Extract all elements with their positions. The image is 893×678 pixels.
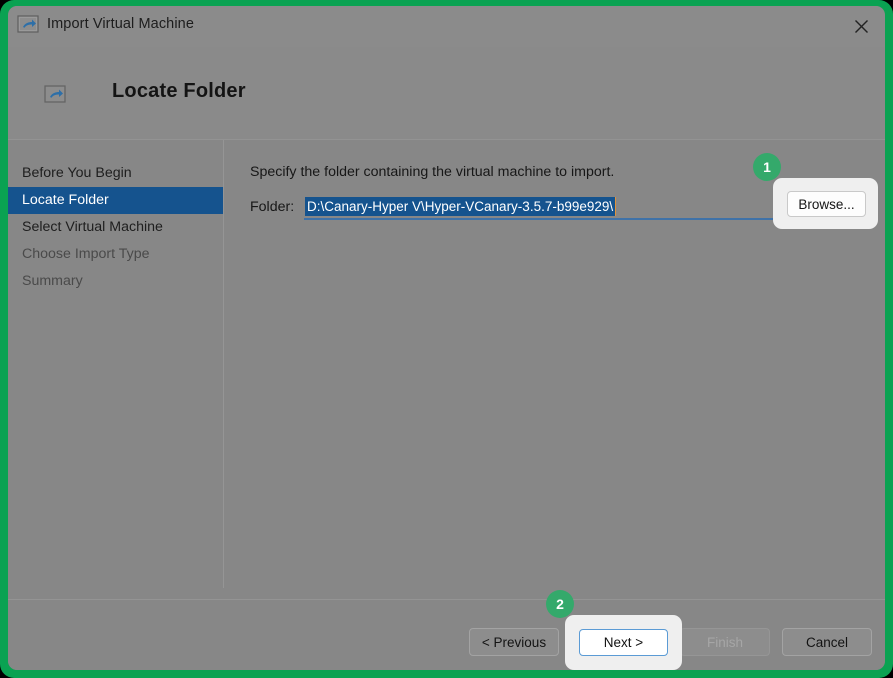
sidebar-item-before-you-begin[interactable]: Before You Begin bbox=[8, 160, 223, 187]
page-header: Locate Folder bbox=[8, 47, 885, 140]
screenshot-highlight-frame: Import Virtual Machine Locate Folder Bef… bbox=[0, 0, 893, 678]
page-title: Locate Folder bbox=[112, 80, 246, 102]
instruction-text: Specify the folder containing the virtua… bbox=[250, 164, 615, 180]
sidebar-item-select-virtual-machine[interactable]: Select Virtual Machine bbox=[8, 214, 223, 241]
wizard-footer: < Previous Next > Finish Cancel bbox=[8, 599, 885, 670]
sidebar-item-locate-folder[interactable]: Locate Folder bbox=[8, 187, 223, 214]
wizard-steps-sidebar: Before You Begin Locate Folder Select Vi… bbox=[8, 140, 223, 599]
wizard-body: Before You Begin Locate Folder Select Vi… bbox=[8, 140, 885, 599]
step-badge-1: 1 bbox=[753, 153, 781, 181]
previous-button[interactable]: < Previous bbox=[469, 628, 559, 656]
browse-button[interactable]: Browse... bbox=[787, 191, 866, 217]
folder-input-value[interactable]: D:\Canary-Hyper V\Hyper-VCanary-3.5.7-b9… bbox=[305, 197, 617, 216]
cancel-button[interactable]: Cancel bbox=[782, 628, 872, 656]
close-icon[interactable] bbox=[838, 6, 885, 47]
import-virtual-machine-window: Import Virtual Machine Locate Folder Bef… bbox=[8, 6, 885, 670]
folder-input[interactable]: D:\Canary-Hyper V\Hyper-VCanary-3.5.7-b9… bbox=[304, 196, 783, 220]
import-vm-icon bbox=[17, 15, 39, 35]
window-title: Import Virtual Machine bbox=[47, 16, 194, 32]
finish-button: Finish bbox=[680, 628, 770, 656]
sidebar-item-choose-import-type[interactable]: Choose Import Type bbox=[8, 241, 223, 268]
next-button[interactable]: Next > bbox=[579, 629, 668, 656]
step-badge-2: 2 bbox=[546, 590, 574, 618]
window-titlebar: Import Virtual Machine bbox=[8, 6, 885, 47]
import-vm-icon-header bbox=[44, 85, 66, 105]
folder-label: Folder: bbox=[250, 199, 295, 215]
sidebar-item-summary[interactable]: Summary bbox=[8, 268, 223, 295]
